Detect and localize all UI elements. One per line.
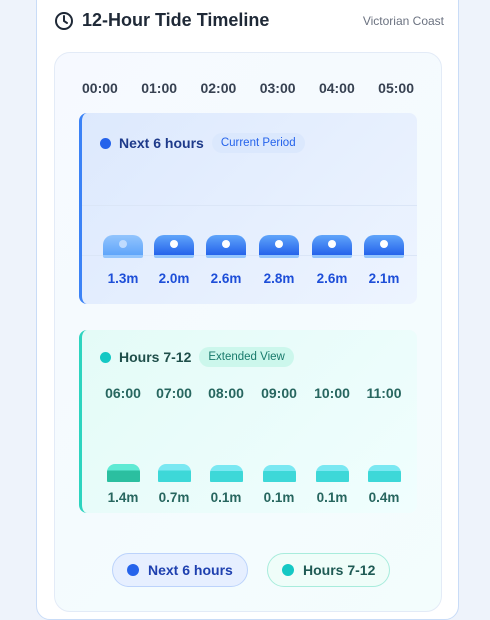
value-label: 1.3m — [107, 271, 139, 286]
clock-icon — [55, 11, 73, 30]
time-label: 11:00 — [366, 385, 402, 401]
time-label: 00:00 — [82, 80, 118, 96]
tide-bar[interactable] — [154, 235, 194, 258]
bar-marker — [275, 239, 283, 248]
title-text: 12-Hour Tide Timeline — [82, 10, 270, 30]
region-label: Victorian Coast — [362, 14, 444, 28]
legend-dot — [127, 564, 139, 576]
value-label: 2.8m — [263, 271, 295, 286]
gridline — [82, 205, 417, 206]
value-label: 2.6m — [210, 271, 242, 286]
value-label: 0.1m — [210, 490, 242, 505]
time-axis-top: 00:00 01:00 02:00 03:00 04:00 05:00 — [80, 80, 418, 96]
value-label: 2.6m — [316, 271, 348, 286]
time-label: 08:00 — [208, 385, 244, 401]
value-label: 0.1m — [263, 490, 295, 505]
section-title: Hours 7-12 — [119, 349, 192, 365]
time-label: 04:00 — [318, 80, 355, 96]
legend-label: Next 6 hours — [148, 562, 233, 578]
legend-next-6-hours[interactable]: Next 6 hours — [112, 553, 248, 587]
extended-view-badge: Extended View — [199, 347, 294, 367]
section-hours-7-12: Hours 7-12 Extended View 1.4m 06:00 0.7m 07:… — [79, 330, 417, 513]
tide-bar[interactable] — [259, 234, 299, 258]
bar-marker — [222, 239, 230, 248]
bar-marker — [119, 240, 127, 249]
legend-label: Hours 7-12 — [303, 562, 376, 578]
tide-bar[interactable] — [103, 235, 143, 258]
value-label: 0.1m — [316, 490, 348, 505]
time-label: 05:00 — [378, 80, 414, 96]
time-label: 09:00 — [261, 385, 297, 401]
series-dot — [100, 137, 111, 149]
tide-bar[interactable] — [206, 234, 246, 258]
tide-bar[interactable] — [364, 234, 404, 258]
value-label: 0.7m — [158, 490, 190, 505]
bar-marker — [380, 239, 388, 248]
tide-bar[interactable] — [263, 464, 296, 482]
tide-bar[interactable] — [210, 464, 243, 482]
value-label: 2.1m — [368, 271, 400, 286]
time-label: 07:00 — [156, 385, 192, 401]
tide-bar[interactable] — [158, 464, 191, 482]
legend-dot — [282, 564, 294, 576]
time-label: 02:00 — [200, 80, 237, 96]
current-period-badge: Current Period — [211, 133, 305, 153]
tide-bar[interactable] — [107, 463, 140, 482]
time-label: 03:00 — [259, 80, 296, 96]
bar-marker — [328, 239, 336, 248]
card-title: 12-Hour Tide Timeline — [54, 10, 269, 31]
time-label: 06:00 — [105, 385, 141, 401]
value-label: 0.4m — [368, 490, 400, 505]
time-label: 10:00 — [314, 385, 350, 401]
value-label: 2.0m — [158, 271, 190, 286]
value-label: 1.4m — [107, 490, 139, 505]
section-next-6-hours: Next 6 hours Current Period 1.3m 2.0m 2.6m 2… — [79, 113, 417, 304]
legend-hours-7-12[interactable]: Hours 7-12 — [267, 553, 391, 587]
bar-marker — [170, 240, 178, 248]
time-label: 01:00 — [141, 80, 178, 96]
section-title: Next 6 hours — [119, 135, 204, 151]
series-dot — [100, 351, 111, 363]
tide-bar[interactable] — [368, 464, 401, 482]
tide-bar[interactable] — [316, 464, 349, 482]
tide-bar[interactable] — [312, 234, 352, 258]
